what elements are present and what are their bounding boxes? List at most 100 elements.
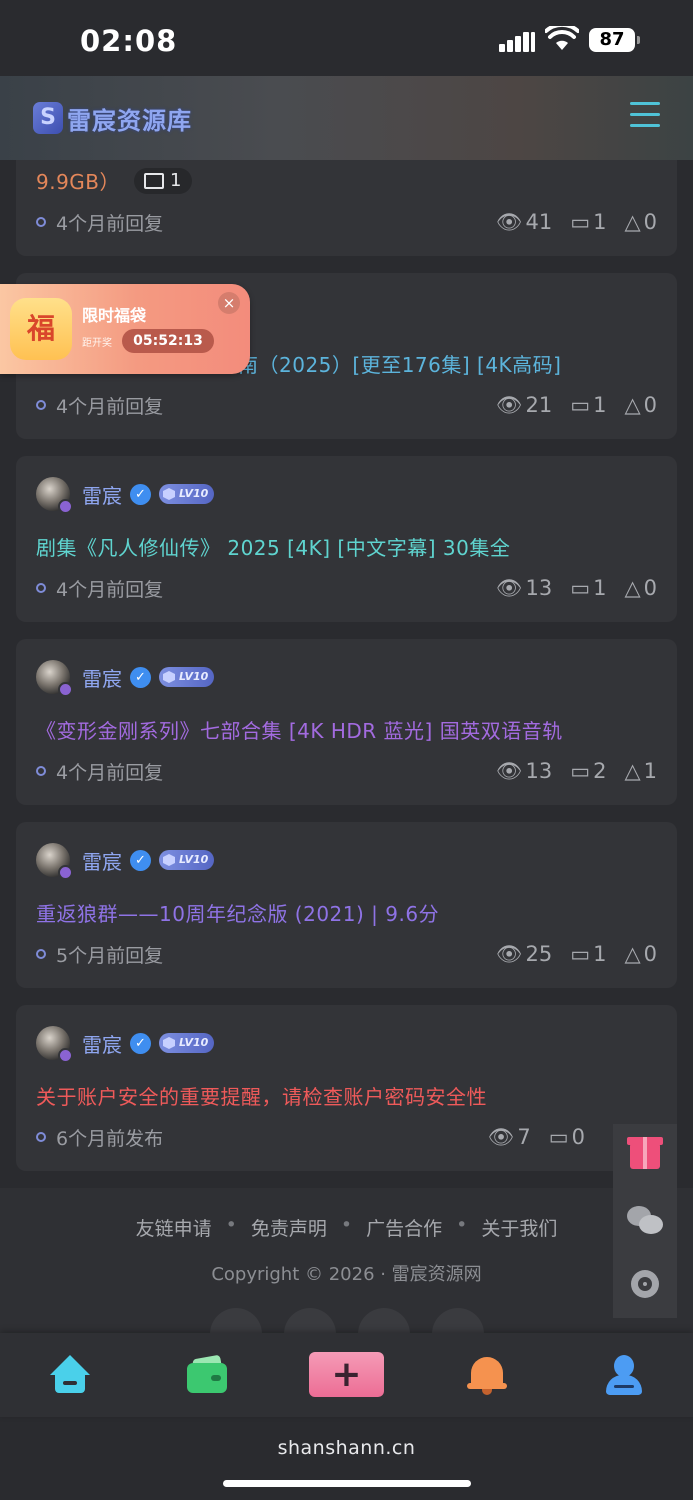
post-card[interactable]: 雷宸 ✓ LV10 重返狼群——10周年纪念版 (2021) | 9.6分 5个… [16,822,677,988]
status-bar: 02:08 87 [0,0,693,76]
fortune-bag-icon[interactable]: 福 [10,298,72,360]
fortune-bag-widget[interactable]: 福 限时福袋 距开奖 05:52:13 × [0,284,250,374]
alerts-count: 0 [643,576,657,600]
user-icon [614,1355,634,1377]
time-dot-icon [36,400,46,410]
time-dot-icon [36,583,46,593]
gift-button[interactable] [613,1124,677,1188]
cellular-signal-icon [499,30,535,52]
post-card[interactable]: 雷宸 ✓ LV10 《变形金刚系列》七部合集 [4K HDR 蓝光] 国英双语音… [16,639,677,805]
footer-link-ads[interactable]: 广告合作 [366,1214,442,1241]
address-url[interactable]: shanshann.cn [0,1437,693,1459]
menu-icon[interactable] [630,102,660,128]
alerts-stat: △ 0 [624,942,657,966]
wechat-button[interactable] [613,1188,677,1252]
fortune-subtitle: 距开奖 [82,338,112,349]
tab-profile[interactable] [604,1355,644,1395]
status-time: 02:08 [80,24,178,58]
footer-link-friend[interactable]: 友链申请 [136,1214,212,1241]
post-author[interactable]: 雷宸 ✓ LV10 [36,476,215,514]
add-post-button[interactable]: + [309,1352,384,1397]
settings-button[interactable] [613,1252,677,1316]
post-meta: 4个月前回复 👁 41 ▭ 1 △ 0 [36,208,657,236]
avatar[interactable] [36,1026,73,1063]
views-count: 25 [525,942,553,966]
warning-icon: △ [624,393,641,417]
views-count: 7 [517,1125,531,1149]
level-text: LV10 [179,670,209,683]
avatar[interactable] [36,477,73,514]
author-name[interactable]: 雷宸 [82,663,122,692]
author-name[interactable]: 雷宸 [82,846,122,875]
footer-link-disclaimer[interactable]: 免责声明 [251,1214,327,1241]
alerts-stat: △ 0 [624,393,657,417]
post-meta: 4个月前回复 👁 13 ▭ 2 △ 1 [36,757,657,785]
vip-badge-icon [58,499,73,514]
post-stats: 👁 21 ▭ 1 △ 0 [496,391,657,419]
browser-address-bar[interactable]: shanshann.cn [0,1417,693,1500]
comments-stat: ▭ 0 [549,1125,585,1149]
image-count-badge: 1 [134,167,192,194]
author-name[interactable]: 雷宸 [82,480,122,509]
verified-icon: ✓ [130,1032,151,1054]
site-logo[interactable]: S 雷宸资源库 [33,96,192,140]
author-name[interactable]: 雷宸 [82,1029,122,1058]
verified-icon: ✓ [130,666,151,688]
comments-count: 2 [593,759,607,783]
views-stat: 👁 13 [496,759,552,784]
avatar[interactable] [36,660,73,697]
footer-separator: • [225,1214,237,1236]
footer-links: 友链申请 • 免责声明 • 广告合作 • 关于我们 [0,1214,693,1241]
post-card[interactable]: 9.9GB） 1 4个月前回复 👁 41 ▭ 1 △ 0 [16,150,677,256]
views-stat: 👁 7 [488,1125,531,1150]
post-author[interactable]: 雷宸 ✓ LV10 [36,1025,215,1063]
plus-icon: + [331,1354,362,1395]
fortune-title: 限时福袋 [82,306,147,325]
views-count: 21 [525,393,553,417]
post-title[interactable]: 9.9GB） 1 [36,166,192,195]
post-title[interactable]: 《变形金刚系列》七部合集 [4K HDR 蓝光] 国英双语音轨 [36,715,563,744]
home-icon [50,1355,90,1375]
tab-wallet[interactable] [187,1354,227,1395]
eye-icon: 👁 [495,209,523,234]
vip-badge-icon [58,682,73,697]
alerts-stat: △ 0 [624,576,657,600]
logo-text: 雷宸资源库 [67,106,192,135]
post-time: 5个月前回复 [56,944,164,967]
post-title[interactable]: 重返狼群——10周年纪念版 (2021) | 9.6分 [36,898,439,927]
post-card[interactable]: 雷宸 ✓ LV10 关于账户安全的重要提醒，请检查账户密码安全性 6个月前发布 … [16,1005,677,1171]
time-dot-icon [36,766,46,776]
tab-home[interactable] [50,1355,90,1395]
post-time: 4个月前回复 [56,578,164,601]
post-author[interactable]: 雷宸 ✓ LV10 [36,842,215,880]
time-dot-icon [36,217,46,227]
eye-icon: 👁 [495,575,523,600]
vip-badge-icon [58,865,73,880]
close-icon[interactable]: × [218,292,240,314]
time-dot-icon [36,949,46,959]
post-title[interactable]: 南（2025）[更至176集] [4K高码] [238,349,561,378]
level-text: LV10 [179,487,209,500]
tab-notifications[interactable] [467,1355,507,1395]
site-footer: 友链申请 • 免责声明 • 广告合作 • 关于我们 Copyright © 20… [0,1188,693,1360]
comments-stat: ▭ 1 [570,210,606,234]
post-title[interactable]: 剧集《凡人修仙传》 2025 [4K] [中文字幕] 30集全 [36,532,510,561]
comments-stat: ▭ 1 [570,942,606,966]
post-title[interactable]: 关于账户安全的重要提醒，请检查账户密码安全性 [36,1081,487,1110]
wifi-icon [545,26,579,50]
post-card[interactable]: 雷宸 ✓ LV10 剧集《凡人修仙传》 2025 [4K] [中文字幕] 30集… [16,456,677,622]
comment-icon: ▭ [548,1125,569,1149]
views-count: 13 [525,576,553,600]
post-author[interactable]: 雷宸 ✓ LV10 [36,659,215,697]
time-dot-icon [36,1132,46,1142]
level-shield-icon [163,854,175,866]
wechat-icon [627,1206,663,1234]
settings-icon [631,1270,659,1298]
comments-stat: ▭ 2 [570,759,606,783]
eye-icon: 👁 [487,1124,515,1149]
avatar[interactable] [36,843,73,880]
home-indicator[interactable] [223,1480,471,1487]
warning-icon: △ [624,576,641,600]
footer-link-about[interactable]: 关于我们 [481,1214,557,1241]
comments-count: 0 [571,1125,585,1149]
